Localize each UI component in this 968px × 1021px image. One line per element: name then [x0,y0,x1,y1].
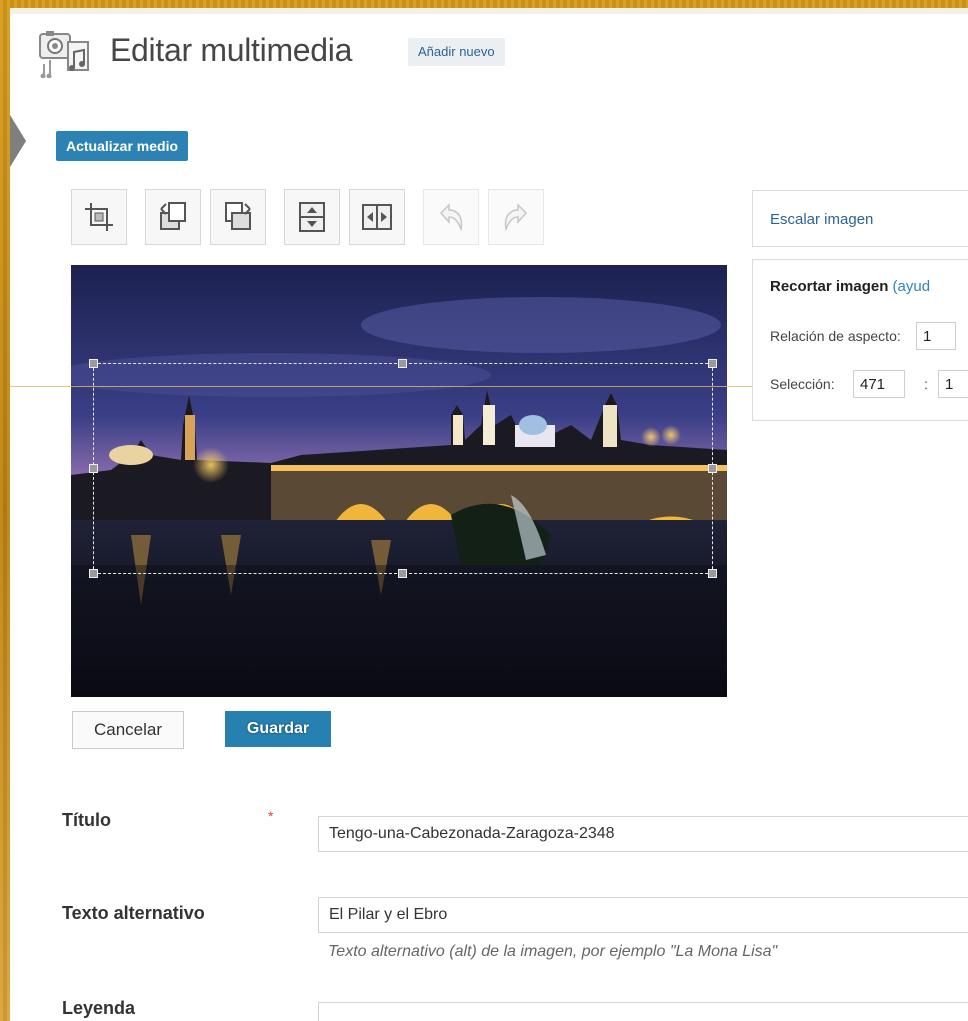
crop-help-link[interactable]: (ayud [893,278,931,295]
alt-text-input[interactable]: El Pilar y el Ebro [318,897,968,933]
flip-vertical-icon [299,202,325,232]
image-preview[interactable] [71,265,727,697]
title-label: Título [62,810,111,830]
aspect-ratio-label: Relación de aspecto: [770,328,901,344]
alt-text-hint: Texto alternativo (alt) de la imagen, po… [328,943,778,960]
selection-separator: : [924,376,928,392]
aspect-ratio-input[interactable]: 1 [916,322,956,350]
selection-label: Selección: [770,376,835,392]
alt-text-label: Texto alternativo [62,903,205,923]
crop-image-label: Recortar imagen [770,278,889,295]
undo-icon [439,203,463,232]
required-marker: * [268,808,274,824]
crop-button[interactable] [71,189,127,245]
selection-width-input[interactable]: 471 [853,370,905,398]
page-title: Editar multimedia [110,32,353,68]
title-input[interactable]: Tengo-una-Cabezonada-Zaragoza-2348 [318,816,968,852]
caption-input[interactable] [318,1002,968,1021]
update-media-button[interactable]: Actualizar medio [56,131,189,161]
rotate-left-button[interactable] [145,189,201,245]
scale-image-link[interactable]: Escalar imagen [770,211,873,228]
redo-button[interactable] [488,189,544,245]
rotate-right-button[interactable] [210,189,266,245]
redo-icon [504,203,528,232]
flip-vertical-button[interactable] [284,189,340,245]
caption-label: Leyenda [62,998,136,1018]
selection-height-input[interactable]: 1 [938,370,968,398]
crop-icon [85,203,113,231]
cancel-button[interactable]: Cancelar [72,711,184,749]
add-new-button[interactable]: Añadir nuevo [408,38,505,66]
undo-button[interactable] [423,189,479,245]
crop-image-heading: Recortar imagen (ayud [770,278,930,295]
flip-horizontal-icon [362,204,392,230]
crop-image-box: Recortar imagen (ayud Relación de aspect… [752,259,968,421]
media-icon [38,30,92,79]
scale-image-box[interactable]: Escalar imagen [752,190,968,247]
rotate-right-icon [225,202,251,230]
top-strip [10,8,968,14]
edit-media-panel: Editar multimedia Añadir nuevo Actualiza… [10,8,968,1021]
flip-horizontal-button[interactable] [349,189,405,245]
save-button[interactable]: Guardar [225,711,331,747]
collapse-arrow-icon[interactable] [10,115,26,167]
rotate-left-icon [160,202,186,230]
